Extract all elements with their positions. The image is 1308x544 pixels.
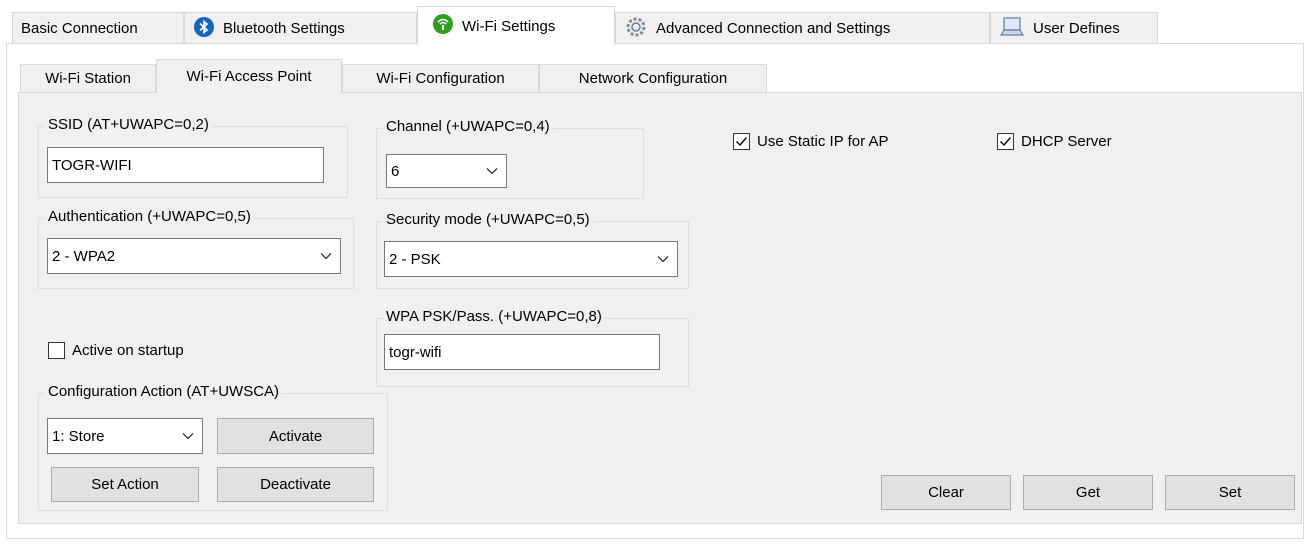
wpa-psk-label: WPA PSK/Pass. (+UWAPC=0,8): [383, 308, 605, 325]
subtab-network-configuration[interactable]: Network Configuration: [539, 64, 767, 92]
button-label: Set Action: [91, 476, 159, 493]
security-mode-value: 2 - PSK: [389, 250, 441, 268]
subtab-wifi-configuration[interactable]: Wi-Fi Configuration: [342, 64, 539, 92]
tab-label: Basic Connection: [21, 20, 138, 37]
configuration-action-label: Configuration Action (AT+UWSCA): [45, 383, 283, 400]
set-action-button[interactable]: Set Action: [51, 467, 199, 502]
ssid-label: SSID (AT+UWAPC=0,2): [45, 116, 212, 133]
button-label: Get: [1075, 484, 1101, 501]
tab-advanced-connection[interactable]: Advanced Connection and Settings: [615, 12, 990, 44]
subtab-label: Wi-Fi Configuration: [376, 70, 505, 87]
use-static-ip-checkbox[interactable]: Use Static IP for AP: [733, 133, 888, 150]
ssid-value: TOGR-WIFI: [52, 156, 132, 174]
channel-value: 6: [391, 162, 400, 180]
get-button[interactable]: Get: [1023, 475, 1153, 510]
subtab-label: Wi-Fi Access Point: [186, 68, 312, 85]
subtab-wifi-access-point[interactable]: Wi-Fi Access Point: [156, 59, 342, 93]
checkbox-label: DHCP Server: [1021, 133, 1112, 150]
authentication-select[interactable]: 2 - WPA2: [47, 238, 341, 274]
chevron-down-icon: [182, 428, 194, 445]
gear-icon: [624, 15, 648, 43]
checkbox-label: Use Static IP for AP: [757, 133, 889, 150]
wpa-psk-input[interactable]: togr-wifi: [384, 334, 660, 370]
laptop-icon: [999, 16, 1025, 42]
checkbox-box: [733, 133, 750, 150]
configuration-action-select[interactable]: 1: Store: [47, 418, 203, 454]
deactivate-button[interactable]: Deactivate: [217, 467, 374, 502]
channel-label: Channel (+UWAPC=0,4): [383, 118, 553, 135]
subtab-label: Network Configuration: [578, 70, 728, 87]
active-on-startup-checkbox[interactable]: Active on startup: [48, 342, 184, 359]
tab-label: Bluetooth Settings: [223, 20, 345, 37]
button-label: Set: [1218, 484, 1242, 501]
chevron-down-icon: [320, 248, 332, 265]
configuration-action-value: 1: Store: [52, 427, 105, 445]
chevron-down-icon: [486, 163, 498, 180]
ssid-input[interactable]: TOGR-WIFI: [47, 147, 324, 183]
button-label: Activate: [268, 427, 323, 445]
tab-label: Advanced Connection and Settings: [656, 20, 891, 37]
security-mode-select[interactable]: 2 - PSK: [384, 241, 678, 277]
tab-wifi-settings[interactable]: Wi-Fi Settings: [417, 6, 615, 45]
button-label: Clear: [928, 484, 964, 501]
button-label: Deactivate: [260, 476, 331, 493]
checkbox-box: [48, 342, 65, 359]
chevron-down-icon: [657, 251, 669, 268]
checkbox-label: Active on startup: [72, 342, 184, 359]
tab-bluetooth-settings[interactable]: Bluetooth Settings: [184, 12, 417, 44]
checkbox-box: [997, 133, 1014, 150]
set-button[interactable]: Set: [1165, 475, 1295, 510]
clear-button[interactable]: Clear: [881, 475, 1011, 510]
tab-label: User Defines: [1033, 20, 1120, 37]
activate-button[interactable]: Activate: [217, 418, 374, 454]
authentication-label: Authentication (+UWAPC=0,5): [45, 208, 254, 225]
subtab-label: Wi-Fi Station: [45, 70, 131, 87]
security-mode-label: Security mode (+UWAPC=0,5): [383, 211, 593, 228]
bluetooth-icon: [193, 16, 215, 42]
wpa-psk-value: togr-wifi: [389, 343, 442, 361]
checkmark-icon: [736, 137, 748, 147]
dhcp-server-checkbox[interactable]: DHCP Server: [997, 133, 1112, 150]
wifi-icon: [432, 13, 454, 39]
checkmark-icon: [1000, 137, 1012, 147]
tab-basic-connection[interactable]: Basic Connection: [12, 12, 184, 44]
subtab-wifi-station[interactable]: Wi-Fi Station: [20, 64, 156, 92]
tab-user-defines[interactable]: User Defines: [990, 12, 1158, 44]
tab-label: Wi-Fi Settings: [462, 17, 556, 35]
authentication-value: 2 - WPA2: [52, 247, 116, 265]
channel-select[interactable]: 6: [386, 154, 507, 188]
